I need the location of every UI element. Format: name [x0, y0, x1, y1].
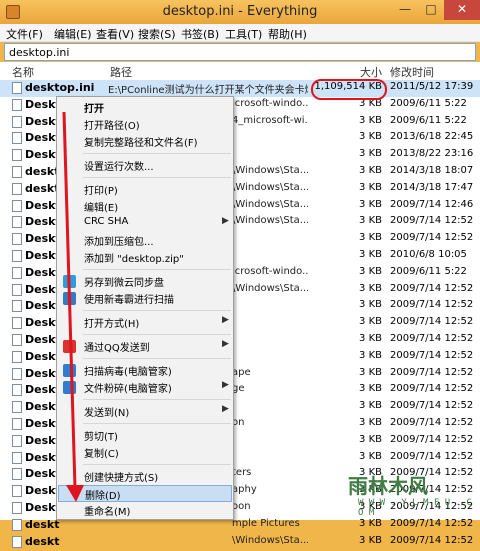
watermark-text: 雨林木风 [348, 474, 428, 498]
annotation-arrow [62, 111, 84, 502]
watermark-logo: 雨林木风 W W W . Y L M F U . C O M [348, 470, 478, 518]
watermark-url: W W W . Y L M F U . C O M [358, 498, 472, 518]
file-icon [12, 518, 22, 531]
file-path: \Windows\Sta... [232, 534, 308, 546]
file-icon [12, 535, 22, 548]
file-name: deskt [25, 534, 60, 548]
file-modified: 2009/7/14 12:52 [390, 534, 474, 546]
file-size: 3 KB [359, 534, 382, 546]
table-row[interactable]: deskt \Windows\Sta... 3 KB 2009/7/14 12:52 [0, 534, 480, 551]
